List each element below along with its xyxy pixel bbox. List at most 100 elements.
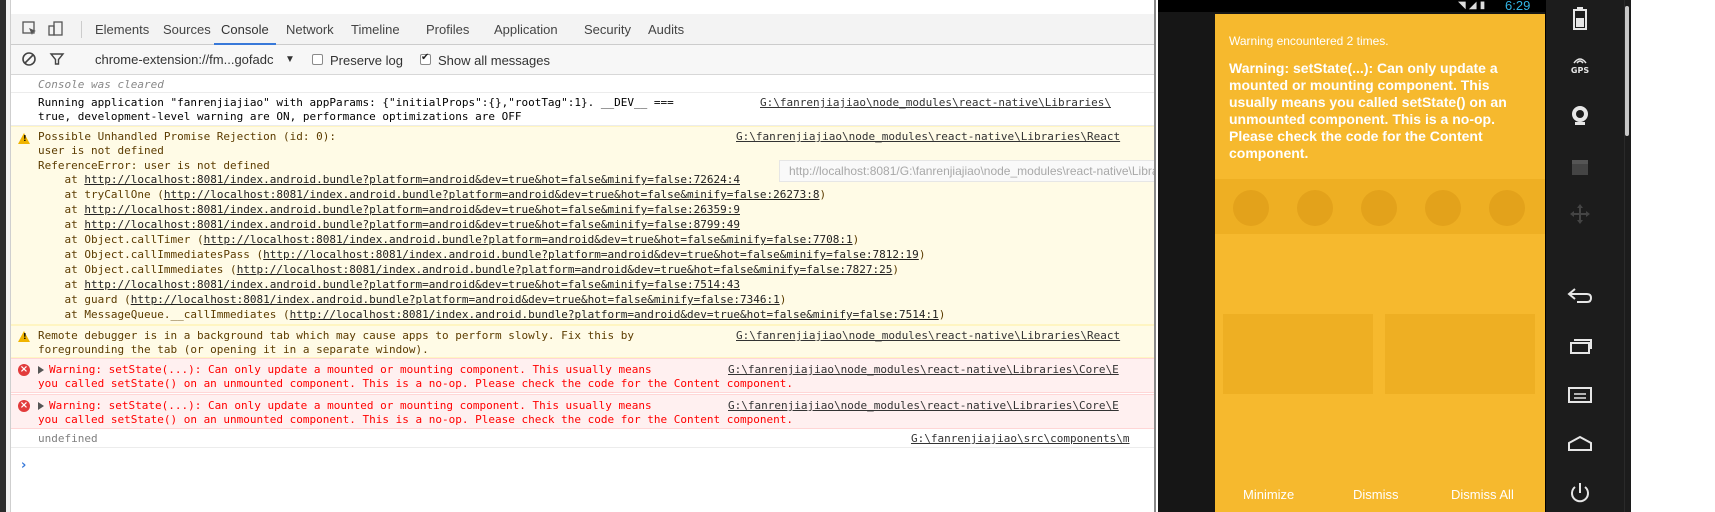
stack-frame: at http://localhost:8081/index.android.b… <box>38 278 740 292</box>
stack-frame-prefix: at <box>38 278 85 291</box>
stack-frame-suffix: ) <box>918 248 926 261</box>
tab-audits[interactable]: Audits <box>641 14 691 45</box>
stack-frame: at Object.callTimer (http://localhost:80… <box>38 233 859 247</box>
desktop-background <box>1631 0 1715 512</box>
back-icon[interactable] <box>1545 287 1615 310</box>
editor-scroll-strip <box>0 0 6 512</box>
stack-frame: at tryCallOne (http://localhost:8081/ind… <box>38 188 826 202</box>
background-card-image <box>1385 314 1535 394</box>
log-text-line-2: true, development-level warning are ON, … <box>38 110 522 123</box>
stack-frame-link[interactable]: http://localhost:8081/index.android.bund… <box>164 188 820 201</box>
warning-text-line-2: user is not defined <box>38 144 164 157</box>
signal-icon: ◥ ◢ ▮ <box>1458 0 1486 11</box>
gps-icon[interactable]: GPS <box>1545 54 1615 75</box>
camera-icon[interactable] <box>1545 104 1615 131</box>
error-message[interactable]: × Warning: setState(...): Can only updat… <box>11 358 1154 393</box>
show-all-messages-checkbox[interactable] <box>420 52 431 65</box>
stack-frame: at MessageQueue.__callImmediates (http:/… <box>38 308 945 322</box>
inspect-element-icon[interactable] <box>21 20 39 38</box>
video-clapper-icon[interactable] <box>1545 157 1615 182</box>
warning-icon <box>18 133 30 144</box>
power-icon[interactable] <box>1545 481 1615 510</box>
stack-frame-suffix: ) <box>779 293 787 306</box>
background-card-image <box>1223 314 1373 394</box>
log-text-line-1: Running application "fanrenjiajiao" with… <box>38 96 674 109</box>
status-clock: 6:29 <box>1505 0 1531 13</box>
source-link[interactable]: G:\fanrenjiajiao\node_modules\react-nati… <box>728 399 1119 413</box>
source-link[interactable]: G:\fanrenjiajiao\node_modules\react-nati… <box>728 363 1119 377</box>
chevron-down-icon[interactable]: ▼ <box>285 45 295 75</box>
tab-timeline[interactable]: Timeline <box>344 14 407 45</box>
tab-elements[interactable]: Elements <box>88 14 156 45</box>
error-message[interactable]: × Warning: setState(...): Can only updat… <box>11 394 1154 429</box>
battery-icon[interactable] <box>1545 6 1615 35</box>
toolbar-separator <box>81 21 82 38</box>
dismiss-all-button[interactable]: Dismiss All <box>1451 487 1514 502</box>
tab-profiles[interactable]: Profiles <box>419 14 476 45</box>
execution-context-select[interactable]: chrome-extension://fm...gofadc <box>95 45 273 75</box>
source-link[interactable]: G:\fanrenjiajiao\node_modules\react-nati… <box>736 329 1120 343</box>
stack-frame-link[interactable]: http://localhost:8081/index.android.bund… <box>84 278 740 291</box>
preserve-log-label[interactable]: Preserve log <box>330 45 403 75</box>
stack-frame-prefix: at Object.callImmediatesPass ( <box>38 248 264 261</box>
devtools-panel: Elements Sources Console Network Timelin… <box>11 0 1156 512</box>
stack-frame-suffix: ) <box>892 263 899 276</box>
tab-sources[interactable]: Sources <box>156 14 218 45</box>
stack-frame-prefix: at <box>38 173 85 186</box>
move-arrows-icon[interactable] <box>1545 203 1615 230</box>
stack-frame-link[interactable]: http://localhost:8081/index.android.bund… <box>84 203 740 216</box>
console-filterbar: chrome-extension://fm...gofadc ▼ Preserv… <box>11 45 1154 75</box>
tab-security[interactable]: Security <box>577 14 638 45</box>
show-all-messages-label[interactable]: Show all messages <box>438 45 550 75</box>
preserve-log-checkbox[interactable] <box>312 54 323 65</box>
stack-frame-link[interactable]: http://localhost:8081/index.android.bund… <box>204 233 853 246</box>
stack-frame-link[interactable]: http://localhost:8081/index.android.bund… <box>237 263 893 276</box>
stack-frame: at http://localhost:8081/index.android.b… <box>38 203 740 217</box>
stack-frame-prefix: at MessageQueue.__callImmediates ( <box>38 308 290 321</box>
warning-toast-message: Warning: setState(...): Can only update … <box>1229 60 1507 161</box>
stack-frame-prefix: at tryCallOne ( <box>38 188 164 201</box>
background-menu-icon <box>1489 190 1525 226</box>
tab-console[interactable]: Console <box>214 14 276 45</box>
stack-frame-suffix: ) <box>938 308 946 321</box>
expand-triangle-icon[interactable] <box>38 366 44 374</box>
device-mode-icon[interactable] <box>47 20 65 38</box>
stack-frame-link[interactable]: http://localhost:8081/index.android.bund… <box>84 218 740 231</box>
stack-frame-link[interactable]: http://localhost:8081/index.android.bund… <box>263 248 919 261</box>
stack-frame-suffix: ) <box>852 233 860 246</box>
warning-text-line-3: ReferenceError: user is not defined <box>38 159 270 172</box>
controls-scrollbar[interactable] <box>1625 6 1629 136</box>
stack-frame-prefix: at <box>38 218 85 231</box>
tab-network[interactable]: Network <box>279 14 341 45</box>
emulator-controls: GPS <box>1545 0 1715 512</box>
console-prompt-icon[interactable]: › <box>21 458 26 473</box>
warning-text-line-1: Possible Unhandled Promise Rejection (id… <box>38 130 337 143</box>
status-bar: ◥ ◢ ▮ 6:29 <box>1158 0 1545 13</box>
clear-console-icon[interactable] <box>21 51 37 72</box>
stack-frame-link[interactable]: http://localhost:8081/index.android.bund… <box>290 308 939 321</box>
recent-apps-icon[interactable] <box>1545 337 1615 360</box>
warning-text-line-1: Remote debugger is in a background tab w… <box>38 329 635 342</box>
source-link[interactable]: G:\fanrenjiajiao\node_modules\react-nati… <box>736 130 1120 144</box>
tab-application[interactable]: Application <box>487 14 565 45</box>
source-link[interactable]: G:\fanrenjiajiao\src\components\m <box>911 432 1130 446</box>
result-text: undefined <box>38 432 98 445</box>
menu-icon[interactable] <box>1545 386 1615 409</box>
home-icon[interactable] <box>1545 434 1615 457</box>
filter-icon[interactable] <box>49 51 65 72</box>
devtools-tabbar: Elements Sources Console Network Timelin… <box>11 14 1154 45</box>
app-screen: Warning encountered 2 times. Warning: se… <box>1215 14 1545 512</box>
stack-frame: at http://localhost:8081/index.android.b… <box>38 173 740 187</box>
stack-frame-link[interactable]: http://localhost:8081/index.android.bund… <box>131 293 780 306</box>
source-link[interactable]: G:\fanrenjiajiao\node_modules\react-nati… <box>760 96 1111 110</box>
stack-frame: at Object.callImmediates (http://localho… <box>38 263 899 277</box>
dismiss-button[interactable]: Dismiss <box>1353 487 1399 502</box>
expand-triangle-icon[interactable] <box>38 402 44 410</box>
warning-message: Possible Unhandled Promise Rejection (id… <box>11 126 1154 325</box>
minimize-button[interactable]: Minimize <box>1243 487 1294 502</box>
console-messages: Console was cleared Running application … <box>11 75 1154 512</box>
stack-frame-prefix: at <box>38 203 85 216</box>
stack-frame-link[interactable]: http://localhost:8081/index.android.bund… <box>84 173 740 186</box>
warning-count-text: Warning encountered 2 times. <box>1229 34 1389 48</box>
result-message: undefined G:\fanrenjiajiao\src\component… <box>11 430 1154 448</box>
